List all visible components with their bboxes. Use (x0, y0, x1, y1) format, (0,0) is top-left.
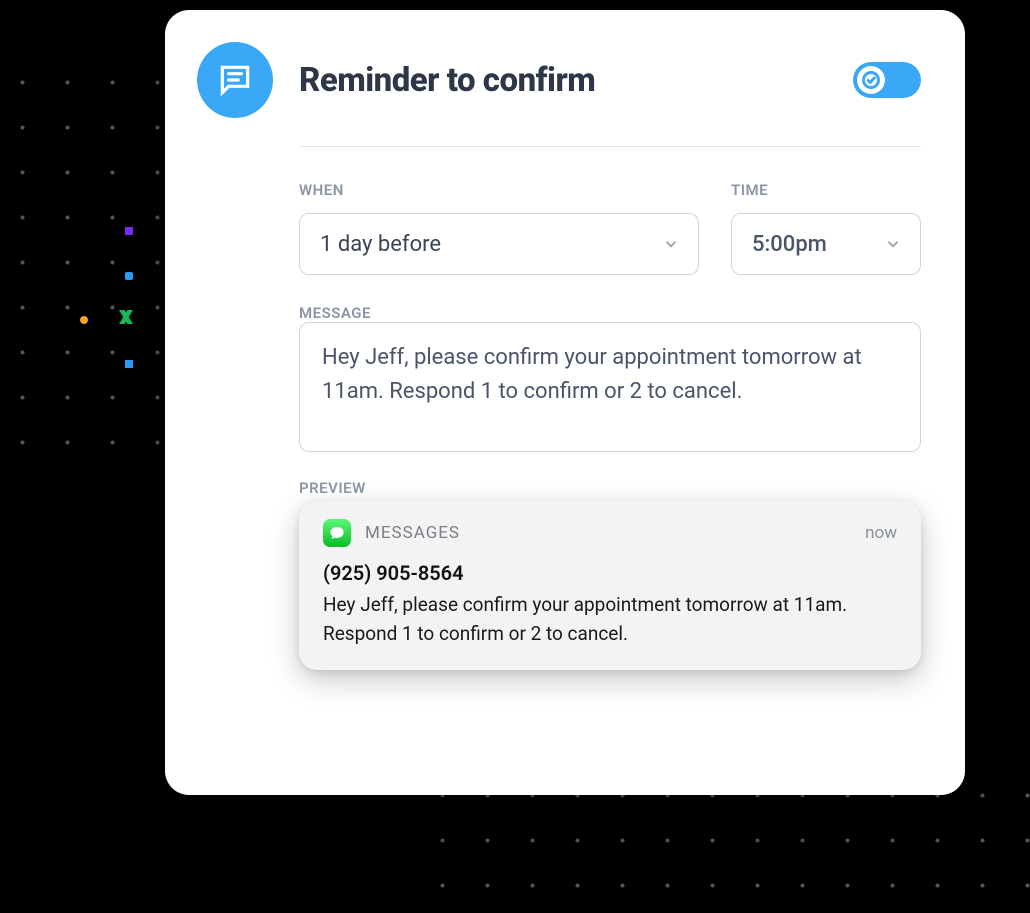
divider (299, 146, 921, 147)
preview-section: PREVIEW MESSAGES now (925) 905-8564 Hey … (299, 478, 921, 670)
message-label: MESSAGE (299, 304, 371, 322)
message-section: MESSAGE Hey Jeff, please confirm your ap… (299, 303, 921, 452)
chevron-down-icon (884, 235, 902, 253)
chevron-down-icon (662, 235, 680, 253)
messages-app-icon (323, 519, 351, 547)
time-value: 5:00pm (752, 232, 827, 257)
notification-header: MESSAGES now (323, 519, 897, 547)
reminder-settings-card: Reminder to confirm WHEN 1 day before (165, 10, 965, 795)
card-content: WHEN 1 day before TIME 5:00pm (299, 146, 921, 670)
message-input[interactable]: Hey Jeff, please confirm your appointmen… (299, 322, 921, 452)
when-value: 1 day before (320, 232, 441, 257)
toggle-knob (857, 66, 885, 94)
time-label: TIME (731, 181, 921, 199)
decorative-dot (125, 360, 133, 368)
reminder-enabled-toggle[interactable] (853, 62, 921, 98)
card-title: Reminder to confirm (299, 61, 827, 100)
chat-bubble-icon (197, 42, 273, 118)
time-group: TIME 5:00pm (731, 181, 921, 275)
card-header: Reminder to confirm (197, 42, 921, 118)
decorative-dot (125, 227, 133, 235)
notification-sender: (925) 905-8564 (323, 561, 897, 585)
notification-body: Hey Jeff, please confirm your appointmen… (323, 591, 897, 648)
notification-app-name: MESSAGES (365, 523, 851, 543)
decorative-dot (80, 316, 88, 324)
message-value: Hey Jeff, please confirm your appointmen… (322, 345, 862, 404)
when-label: WHEN (299, 181, 699, 199)
timing-row: WHEN 1 day before TIME 5:00pm (299, 181, 921, 275)
preview-label: PREVIEW (299, 479, 366, 497)
when-group: WHEN 1 day before (299, 181, 699, 275)
notification-timestamp: now (865, 523, 897, 543)
decorative-dot (125, 272, 133, 280)
when-select[interactable]: 1 day before (299, 213, 699, 275)
preview-notification: MESSAGES now (925) 905-8564 Hey Jeff, pl… (299, 501, 921, 670)
time-select[interactable]: 5:00pm (731, 213, 921, 275)
decorative-x-icon (119, 310, 133, 324)
